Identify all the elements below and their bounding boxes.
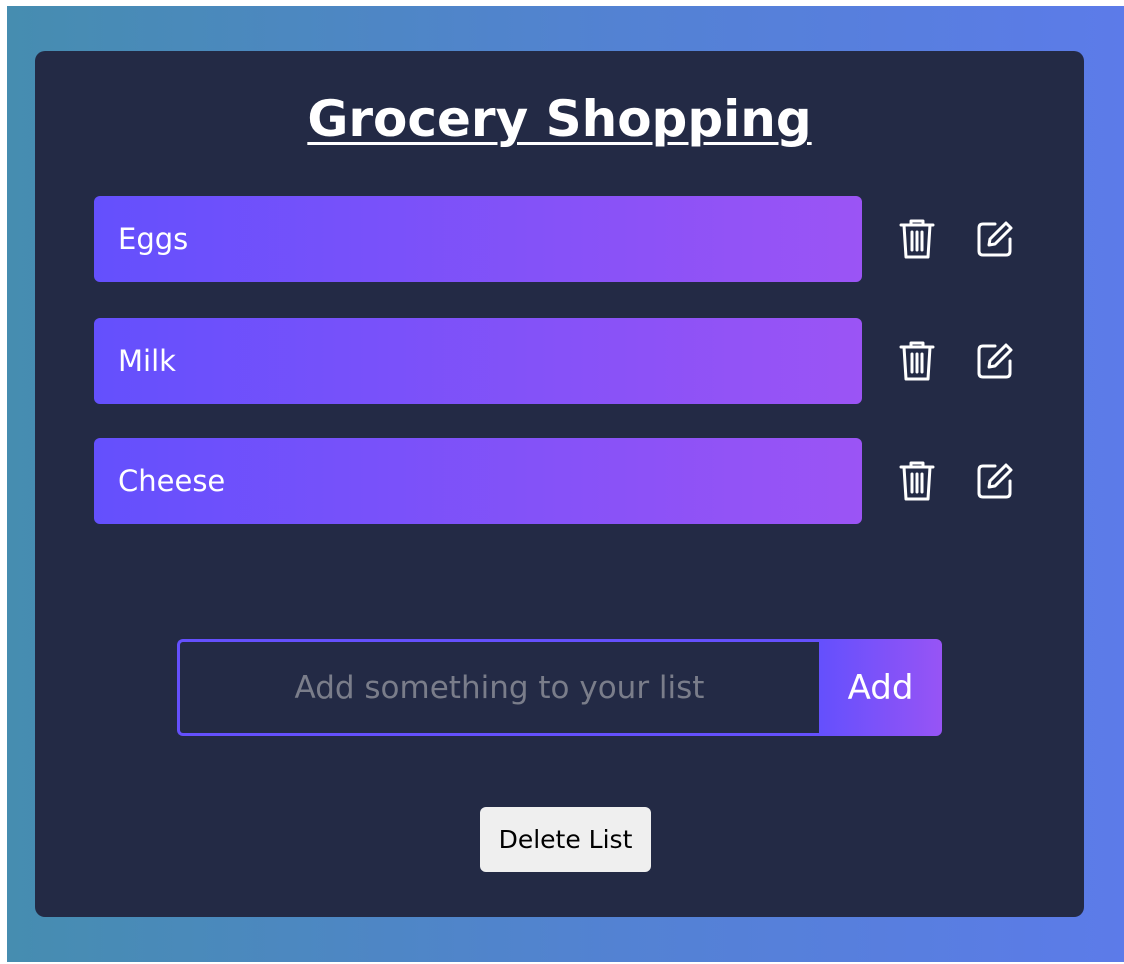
trash-icon	[899, 219, 935, 259]
delete-item-button[interactable]	[895, 459, 939, 503]
edit-icon	[977, 221, 1013, 257]
list-item: Eggs	[94, 196, 862, 282]
page-title: Grocery Shopping	[307, 90, 812, 148]
list-item: Milk	[94, 318, 862, 404]
edit-icon	[977, 343, 1013, 379]
page-background: Grocery Shopping Eggs Milk Cheese Add so…	[7, 6, 1124, 962]
delete-list-button[interactable]: Delete List	[480, 807, 651, 872]
list-item-label: Eggs	[118, 222, 189, 256]
trash-icon	[899, 461, 935, 501]
add-button[interactable]: Add	[819, 639, 942, 736]
add-item-form: Add	[177, 639, 942, 736]
delete-item-button[interactable]	[895, 217, 939, 261]
edit-item-button[interactable]	[973, 339, 1017, 383]
list-card: Grocery Shopping Eggs Milk Cheese Add so…	[35, 51, 1084, 917]
list-item: Cheese	[94, 438, 862, 524]
trash-icon	[899, 341, 935, 381]
list-item-label: Milk	[118, 344, 176, 378]
add-item-input[interactable]	[177, 639, 819, 736]
edit-item-button[interactable]	[973, 217, 1017, 261]
edit-item-button[interactable]	[973, 459, 1017, 503]
delete-item-button[interactable]	[895, 339, 939, 383]
edit-icon	[977, 463, 1013, 499]
list-item-label: Cheese	[118, 464, 226, 498]
